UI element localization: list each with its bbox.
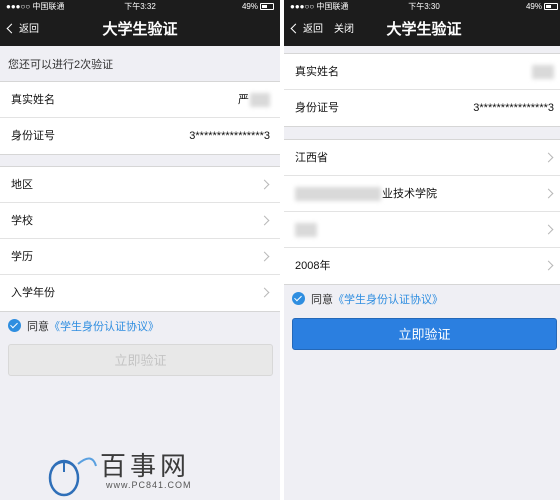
region-row[interactable]: 江西省 xyxy=(284,140,560,176)
school-value-text: 业技术学院 xyxy=(382,188,437,200)
identity-group: 真实姓名 身份证号 3****************3 xyxy=(284,53,560,127)
education-row[interactable] xyxy=(284,212,560,248)
page-title: 大学生验证 xyxy=(386,21,462,38)
id-number-row: 身份证号 3****************3 xyxy=(284,90,560,126)
battery-indicator: 49% xyxy=(526,0,558,14)
agreement-row: 同意《学生身份认证协议》 xyxy=(292,292,443,308)
id-number-value: 3****************3 xyxy=(189,130,270,142)
id-number-row: 身份证号 3****************3 xyxy=(0,118,280,154)
real-name-value: 严 xyxy=(238,82,270,118)
region-label: 地区 xyxy=(11,179,33,191)
school-info-group: 地区 学校 学历 入学年份 xyxy=(0,166,280,312)
chevron-right-icon xyxy=(259,251,270,262)
enrollment-year-label: 入学年份 xyxy=(11,287,55,299)
school-row[interactable]: 学校 xyxy=(0,203,280,239)
chevron-right-icon xyxy=(543,188,554,199)
mouse-logo-icon xyxy=(48,457,97,497)
id-number-label: 身份证号 xyxy=(11,130,55,142)
real-name-label: 真实姓名 xyxy=(11,94,55,106)
school-info-group: 江西省 业技术学院 2008年 xyxy=(284,139,560,285)
id-number-value: 3****************3 xyxy=(473,102,554,114)
nav-bar: 返回 关闭 大学生验证 xyxy=(284,14,560,46)
chevron-right-icon xyxy=(259,215,270,226)
chevron-right-icon xyxy=(259,287,270,298)
real-name-label: 真实姓名 xyxy=(295,66,339,78)
enrollment-year-row[interactable]: 2008年 xyxy=(284,248,560,284)
status-bar: ●●●○○ 中国联通 下午3:32 49% xyxy=(0,0,280,14)
enrollment-year-value: 2008年 xyxy=(295,260,331,272)
real-name-row: 真实姓名 xyxy=(284,54,560,90)
agreement-link[interactable]: 《学生身份认证协议》 xyxy=(49,321,159,333)
identity-group: 真实姓名 严 身份证号 3****************3 xyxy=(0,81,280,155)
watermark-text: 百事网 xyxy=(100,452,191,482)
chevron-right-icon xyxy=(543,260,554,271)
phone-screen-left: ●●●○○ 中国联通 下午3:32 49% 返回 大学生验证 您还可以进行2次验… xyxy=(0,0,280,500)
chevron-right-icon xyxy=(259,179,270,190)
education-value xyxy=(295,212,317,248)
status-time: 下午3:30 xyxy=(408,2,440,11)
chevron-left-icon xyxy=(6,23,17,34)
watermark: 百事网 www.PC841.COM xyxy=(40,442,220,498)
school-row[interactable]: 业技术学院 xyxy=(284,176,560,212)
redacted-blur xyxy=(532,65,554,80)
id-number-label: 身份证号 xyxy=(295,102,339,114)
agree-text: 同意 xyxy=(27,321,49,333)
real-name-text: 严 xyxy=(238,94,249,106)
school-label: 学校 xyxy=(11,215,33,227)
back-label: 返回 xyxy=(19,24,39,35)
redacted-blur xyxy=(295,187,381,202)
verify-button[interactable]: 立即验证 xyxy=(292,318,557,350)
agree-text: 同意 xyxy=(311,294,333,306)
agree-checkbox[interactable] xyxy=(8,319,21,332)
battery-icon xyxy=(544,3,558,10)
agree-checkbox[interactable] xyxy=(292,292,305,305)
back-button[interactable]: 返回 xyxy=(6,14,39,46)
battery-percent: 49% xyxy=(241,2,258,11)
verify-button-disabled[interactable]: 立即验证 xyxy=(8,344,273,376)
battery-icon xyxy=(260,3,274,10)
attempts-notice: 您还可以进行2次验证 xyxy=(8,59,114,71)
phone-screen-right: ●●●○○ 中国联通 下午3:30 49% 返回 关闭 大学生验证 真实姓名 身… xyxy=(284,0,560,500)
back-button[interactable]: 返回 xyxy=(290,14,323,46)
region-value: 江西省 xyxy=(295,152,328,164)
chevron-right-icon xyxy=(543,152,554,163)
chevron-right-icon xyxy=(543,224,554,235)
nav-bar: 返回 大学生验证 xyxy=(0,14,280,46)
watermark-url: www.PC841.COM xyxy=(106,480,192,490)
page-title: 大学生验证 xyxy=(102,21,178,38)
agreement-row: 同意《学生身份认证协议》 xyxy=(8,319,159,335)
real-name-row: 真实姓名 严 xyxy=(0,82,280,118)
battery-indicator: 49% xyxy=(242,0,274,14)
agreement-link[interactable]: 《学生身份认证协议》 xyxy=(333,294,443,306)
education-label: 学历 xyxy=(11,251,33,263)
redacted-blur xyxy=(295,223,317,238)
back-label: 返回 xyxy=(303,24,323,35)
region-row[interactable]: 地区 xyxy=(0,167,280,203)
school-value: 业技术学院 xyxy=(295,176,437,212)
chevron-left-icon xyxy=(290,23,301,34)
education-row[interactable]: 学历 xyxy=(0,239,280,275)
real-name-value xyxy=(532,54,554,90)
battery-percent: 49% xyxy=(525,2,542,11)
status-time: 下午3:32 xyxy=(124,2,156,11)
redacted-blur xyxy=(250,93,270,108)
enrollment-year-row[interactable]: 入学年份 xyxy=(0,275,280,311)
close-button[interactable]: 关闭 xyxy=(334,14,354,46)
status-bar: ●●●○○ 中国联通 下午3:30 49% xyxy=(284,0,560,14)
